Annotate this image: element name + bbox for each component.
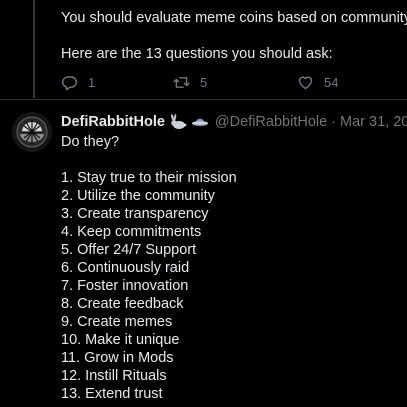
tweet-body: Do they? 1. Stay true to their mission 2… xyxy=(61,133,237,403)
previous-tweet-line-2: Here are the 13 questions you should ask… xyxy=(61,46,333,62)
avatar[interactable] xyxy=(12,112,52,152)
list-item: 9. Create memes xyxy=(61,314,173,330)
reply-button[interactable]: 1 xyxy=(61,72,95,92)
retweet-button[interactable]: 5 xyxy=(173,72,207,92)
list-item: 7. Foster innovation xyxy=(61,278,189,294)
avatar-image xyxy=(12,112,52,152)
previous-tweet-line-1: You should evaluate meme coins based on … xyxy=(61,10,407,26)
user-handle[interactable]: @DefiRabbitHole xyxy=(215,114,327,130)
tweet-divider xyxy=(0,99,407,100)
list-item: 8. Create feedback xyxy=(61,296,184,312)
list-item: 2. Utilize the community xyxy=(61,188,215,204)
retweet-count: 5 xyxy=(200,74,208,90)
heart-icon xyxy=(298,76,313,89)
list-item: 5. Offer 24/7 Support xyxy=(61,242,197,258)
list-item: 13. Extend trust xyxy=(61,386,163,402)
list-item: 11. Grow in Mods xyxy=(61,350,174,366)
list-item: 10. Make it unique xyxy=(61,332,180,348)
like-button[interactable]: 54 xyxy=(297,72,338,92)
reply-count: 1 xyxy=(88,74,96,90)
ufo-emoji-icon xyxy=(191,114,209,130)
list-item: 3. Create transparency xyxy=(61,206,209,222)
rabbit-emoji-icon xyxy=(169,114,187,130)
list-item: 1. Stay true to their mission xyxy=(61,170,237,186)
list-item: 6. Continuously raid xyxy=(61,260,190,276)
display-name[interactable]: DefiRabbitHole xyxy=(61,114,165,130)
tweet-header: DefiRabbitHole @DefiRabbitHole · Mar 31,… xyxy=(61,113,407,131)
tweet-action-bar: 1 5 54 xyxy=(61,72,391,92)
tweet-thread: You should evaluate meme coins based on … xyxy=(0,0,407,407)
list-item: 4. Keep commitments xyxy=(61,224,202,240)
header-separator: · xyxy=(331,114,337,130)
like-count: 54 xyxy=(324,74,339,90)
thread-connector-line xyxy=(33,0,35,98)
retweet-icon xyxy=(173,76,190,88)
tweet-date[interactable]: Mar 31, 2022 xyxy=(340,114,407,130)
reply-icon xyxy=(62,75,77,90)
tweet-intro: Do they? xyxy=(61,134,120,150)
list-item: 12. Instill Rituals xyxy=(61,368,167,384)
